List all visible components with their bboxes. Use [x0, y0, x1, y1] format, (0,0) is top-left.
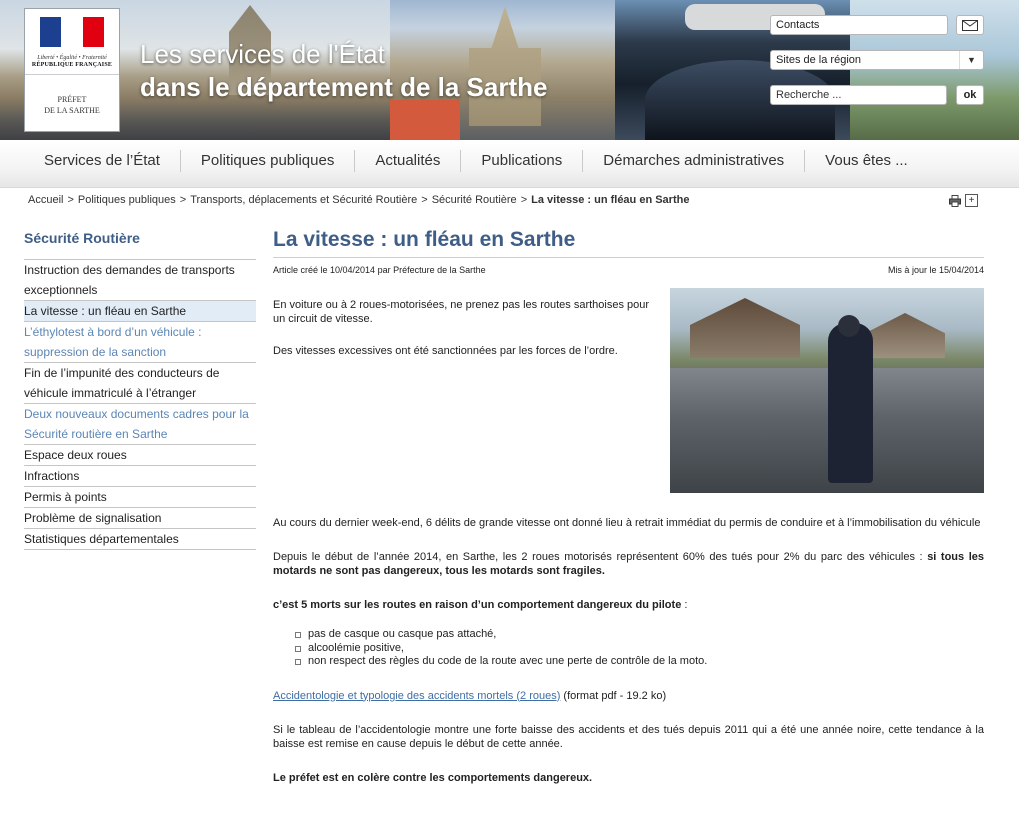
sidebar-item-vitesse[interactable]: La vitesse : un fléau en Sarthe [24, 301, 256, 322]
breadcrumb-securite-routiere[interactable]: Sécurité Routière [432, 194, 517, 206]
sidebar-item-infractions[interactable]: Infractions [24, 466, 256, 487]
page-tools: + [948, 194, 978, 207]
intro-paragraph-1: En voiture ou à 2 roues-motorisées, ne p… [273, 299, 650, 325]
paragraph-statistiques: Depuis le début de l’année 2014, en Sart… [273, 551, 985, 577]
nav-actualites[interactable]: Actualités [355, 150, 462, 172]
article: La vitesse : un fléau en Sarthe Article … [273, 226, 984, 784]
print-icon[interactable] [948, 194, 961, 207]
site-title[interactable]: Les services de l'État dans le départeme… [140, 38, 547, 104]
paragraph-prefet: Le préfet est en colère contre les compo… [273, 771, 593, 784]
page-title: La vitesse : un fléau en Sarthe [273, 226, 984, 258]
marianne-flag-icon [40, 17, 104, 47]
search-ok-button[interactable]: ok [956, 85, 984, 105]
header-banner: Liberté • Égalité • Fraternité RÉPUBLIQU… [0, 0, 1019, 140]
main-nav: Services de l’État Politiques publiques … [0, 140, 1019, 188]
nav-publications[interactable]: Publications [461, 150, 584, 172]
list-item: pas de casque ou casque pas attaché, [295, 628, 984, 642]
sidebar-item-transports-exceptionnels[interactable]: Instruction des demandes de transports e… [24, 260, 256, 301]
chevron-down-icon[interactable]: ▼ [959, 51, 983, 69]
article-updated: Mis à jour le 15/04/2014 [887, 265, 984, 275]
breadcrumb: Accueil > Politiques publiques > Transports,… [28, 194, 690, 206]
contacts-field[interactable]: Contacts [770, 15, 948, 35]
breadcrumb-home[interactable]: Accueil [28, 194, 63, 206]
logo-prefet: PRÉFET DE LA SARTHE [44, 95, 100, 115]
sites-region-label: Sites de la région [776, 54, 861, 66]
paragraph-week-end: Au cours du dernier week-end, 6 délits d… [273, 517, 981, 529]
plus-icon[interactable]: + [965, 194, 978, 207]
site-title-line2: dans le département de la Sarthe [140, 72, 548, 102]
gendarme-radar-photo [670, 288, 984, 493]
article-meta: Article créé le 10/04/2014 par Préfectur… [273, 265, 984, 275]
nav-politiques-publiques[interactable]: Politiques publiques [181, 150, 356, 172]
article-intro: En voiture ou à 2 roues-motorisées, ne p… [273, 298, 653, 376]
mail-icon [962, 19, 978, 31]
mail-button[interactable] [956, 15, 984, 35]
sidebar-item-documents-cadres[interactable]: Deux nouveaux documents cadres pour la S… [24, 404, 256, 445]
logo-motto: Liberté • Égalité • Fraternité [37, 55, 107, 61]
sidebar-item-ethylotest[interactable]: L’éthylotest à bord d’un véhicule : supp… [24, 322, 256, 363]
sidebar-item-impunite[interactable]: Fin de l’impunité des conducteurs de véh… [24, 363, 256, 404]
list-item: non respect des règles du code de la rou… [295, 655, 984, 669]
document-download: Accidentologie et typologie des accident… [273, 689, 984, 703]
sidebar-item-statistiques[interactable]: Statistiques départementales [24, 529, 256, 550]
search-input[interactable]: Recherche ... [770, 85, 947, 105]
nav-demarches-administratives[interactable]: Démarches administratives [583, 150, 806, 172]
paragraph-accidentologie: Si le tableau de l’accidentologie montre… [273, 723, 984, 750]
accidentologie-pdf-link[interactable]: Accidentologie et typologie des accident… [273, 690, 560, 702]
prefecture-logo[interactable]: Liberté • Égalité • Fraternité RÉPUBLIQU… [24, 8, 120, 132]
breadcrumb-politiques[interactable]: Politiques publiques [78, 194, 176, 206]
breadcrumb-current: La vitesse : un fléau en Sarthe [531, 194, 690, 206]
danger-list: pas de casque ou casque pas attaché, alc… [295, 628, 984, 669]
sidebar-item-permis-points[interactable]: Permis à points [24, 487, 256, 508]
site-title-line1: Les services de l'État [140, 39, 385, 69]
article-created: Article créé le 10/04/2014 par Préfectur… [273, 265, 486, 275]
sidebar: Sécurité Routière Instruction des demand… [24, 230, 256, 550]
paragraph-morts: c’est 5 morts sur les routes en raison d… [273, 599, 688, 611]
intro-paragraph-2: Des vitesses excessives ont été sanction… [273, 345, 618, 357]
sidebar-item-deux-roues[interactable]: Espace deux roues [24, 445, 256, 466]
nav-vous-etes[interactable]: Vous êtes ... [805, 150, 928, 172]
sidebar-title[interactable]: Sécurité Routière [24, 230, 256, 246]
article-body: Au cours du dernier week-end, 6 délits d… [273, 516, 984, 805]
logo-republic: RÉPUBLIQUE FRANÇAISE [31, 62, 113, 68]
document-info: (format pdf - 19.2 ko) [560, 689, 667, 702]
list-item: alcoolémie positive, [295, 642, 984, 656]
nav-services-etat[interactable]: Services de l’État [24, 150, 181, 172]
sites-region-select[interactable]: Sites de la région ▼ [770, 50, 984, 70]
breadcrumb-transports[interactable]: Transports, déplacements et Sécurité Rou… [190, 194, 417, 206]
sidebar-item-signalisation[interactable]: Problème de signalisation [24, 508, 256, 529]
